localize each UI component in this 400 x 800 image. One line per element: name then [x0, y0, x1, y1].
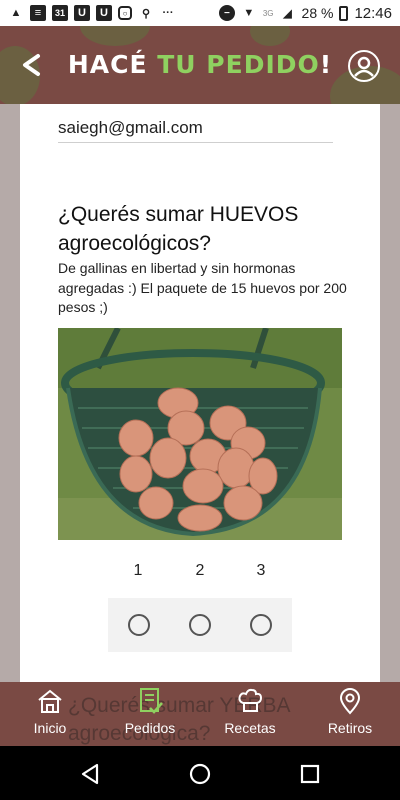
eggs-quantity-radio-group — [108, 598, 292, 652]
title-part-2: TU PEDIDO — [157, 50, 320, 79]
network-label: 3G — [262, 8, 274, 18]
u-icon: U — [74, 5, 90, 21]
do-not-disturb-icon: − — [218, 5, 235, 21]
news-icon: ≡ — [30, 5, 46, 21]
chef-hat-icon — [238, 688, 263, 712]
radio-option-3[interactable] — [250, 614, 272, 636]
option-label-2: 2 — [195, 562, 205, 579]
email-field-underline — [58, 142, 333, 143]
page-title: HACÉ TU PEDIDO! — [0, 50, 400, 79]
more-icon: ··· — [162, 7, 174, 19]
battery-icon — [339, 5, 349, 21]
a-icon: ▲ — [10, 7, 22, 19]
option-label-1: 1 — [133, 562, 143, 579]
nav-item-inicio[interactable]: Inicio — [10, 684, 90, 744]
nav-label-pedidos: Pedidos — [124, 720, 176, 736]
order-form-card: saiegh@gmail.com ¿Querés sumar HUEVOS ag… — [20, 104, 380, 684]
nav-label-inicio: Inicio — [33, 720, 67, 736]
title-part-1: HACÉ — [67, 50, 158, 79]
nav-item-recetas[interactable]: Recetas — [210, 684, 290, 744]
location-pin-icon — [339, 688, 361, 715]
nav-label-retiros: Retiros — [327, 720, 373, 736]
orders-icon — [140, 688, 163, 714]
nav-item-pedidos[interactable]: Pedidos — [110, 684, 190, 744]
eggs-basket-image — [58, 328, 342, 540]
system-navigation-bar — [0, 746, 400, 800]
back-triangle-icon[interactable] — [78, 762, 102, 786]
profile-button[interactable] — [348, 50, 380, 82]
decorative-leaf — [80, 26, 150, 46]
home-circle-icon[interactable] — [188, 762, 212, 786]
instagram-icon: ○ — [118, 6, 132, 20]
u-icon: U — [96, 5, 112, 21]
email-field[interactable]: saiegh@gmail.com — [58, 118, 203, 138]
title-part-3: ! — [319, 50, 333, 79]
battery-percent: 28 % — [301, 5, 334, 21]
app-header: HACÉ TU PEDIDO! — [0, 26, 400, 104]
eggs-question: ¿Querés sumar HUEVOS agroecológicos? — [58, 203, 299, 255]
decorative-leaf — [250, 26, 290, 46]
calendar-31-icon: 31 — [52, 5, 68, 21]
status-bar: ▲ ≡ 31 U U ○ ⚲ ··· − ▼ 3G ◢ 28 % 12:46 — [0, 0, 400, 26]
recents-square-icon[interactable] — [298, 762, 322, 786]
wifi-icon: ▼ — [243, 7, 255, 19]
notification-icons: ▲ ≡ 31 U U ○ ⚲ ··· — [8, 5, 176, 21]
radio-option-1[interactable] — [128, 614, 150, 636]
nav-label-recetas: Recetas — [224, 720, 276, 736]
home-icon — [38, 689, 62, 713]
location-icon: ⚲ — [141, 7, 151, 20]
user-icon — [354, 56, 374, 77]
radio-option-2[interactable] — [189, 614, 211, 636]
clock: 12:46 — [354, 4, 392, 22]
nav-item-retiros[interactable]: Retiros — [310, 684, 390, 744]
eggs-description: De gallinas en libertad y sin hormonas a… — [58, 260, 347, 315]
option-label-3: 3 — [256, 562, 266, 579]
system-status: − ▼ 3G ◢ 28 % 12:46 — [218, 4, 392, 22]
signal-icon: ◢ — [283, 7, 292, 20]
